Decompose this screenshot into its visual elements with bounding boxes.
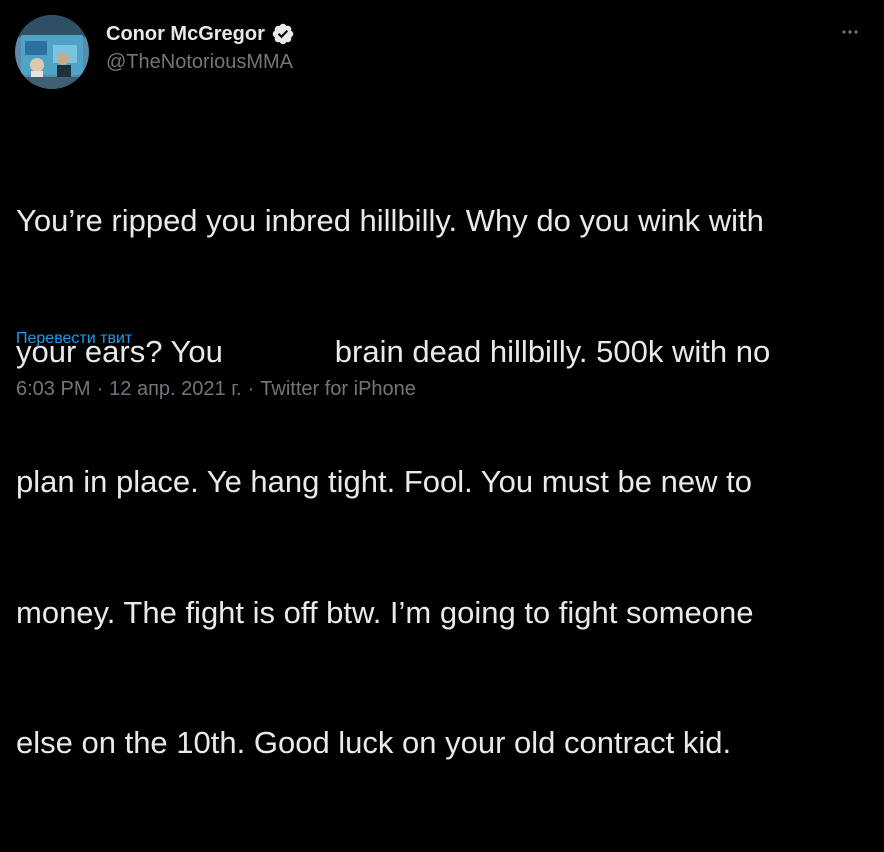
more-horizontal-icon: [842, 30, 858, 34]
tweet-card: Conor McGregor @TheNotoriousMMA You’re r…: [0, 0, 884, 760]
translate-tweet-link[interactable]: Перевести твит: [16, 330, 132, 348]
tweet-text: You’re ripped you inbred hillbilly. Why …: [16, 112, 868, 852]
tweet-text-line: plan in place. Ye hang tight. Fool. You …: [16, 464, 752, 499]
tweet-date[interactable]: 12 апр. 2021 г.: [109, 378, 241, 400]
tweet-time[interactable]: 6:03 PM: [16, 378, 90, 400]
author-display-name[interactable]: Conor McGregor: [106, 23, 265, 46]
tweet-author: Conor McGregor @TheNotoriousMMA: [106, 20, 295, 74]
tweet-source[interactable]: Twitter for iPhone: [260, 378, 416, 400]
tweet-metadata: 6:03 PM · 12 апр. 2021 г. · Twitter for iPho…: [16, 378, 416, 401]
tweet-text-line: You’re ripped you inbred hillbilly. Why …: [16, 203, 764, 238]
author-name-row: Conor McGregor: [106, 20, 295, 48]
tweet-text-line: money. The fight is off btw. I’m going t…: [16, 594, 754, 630]
verified-badge-icon: [271, 22, 295, 46]
tweet-text-line: else on the 10th. Good luck on your old …: [16, 725, 732, 760]
avatar[interactable]: [15, 15, 89, 89]
avatar-photo-icon: [15, 15, 89, 89]
meta-separator: ·: [247, 378, 255, 400]
meta-separator: ·: [96, 378, 104, 400]
more-options-button[interactable]: [836, 18, 864, 46]
author-handle[interactable]: @TheNotoriousMMA: [106, 51, 295, 74]
tweet-text-line: your ears? You brain dead hillbilly. 500…: [16, 333, 771, 369]
